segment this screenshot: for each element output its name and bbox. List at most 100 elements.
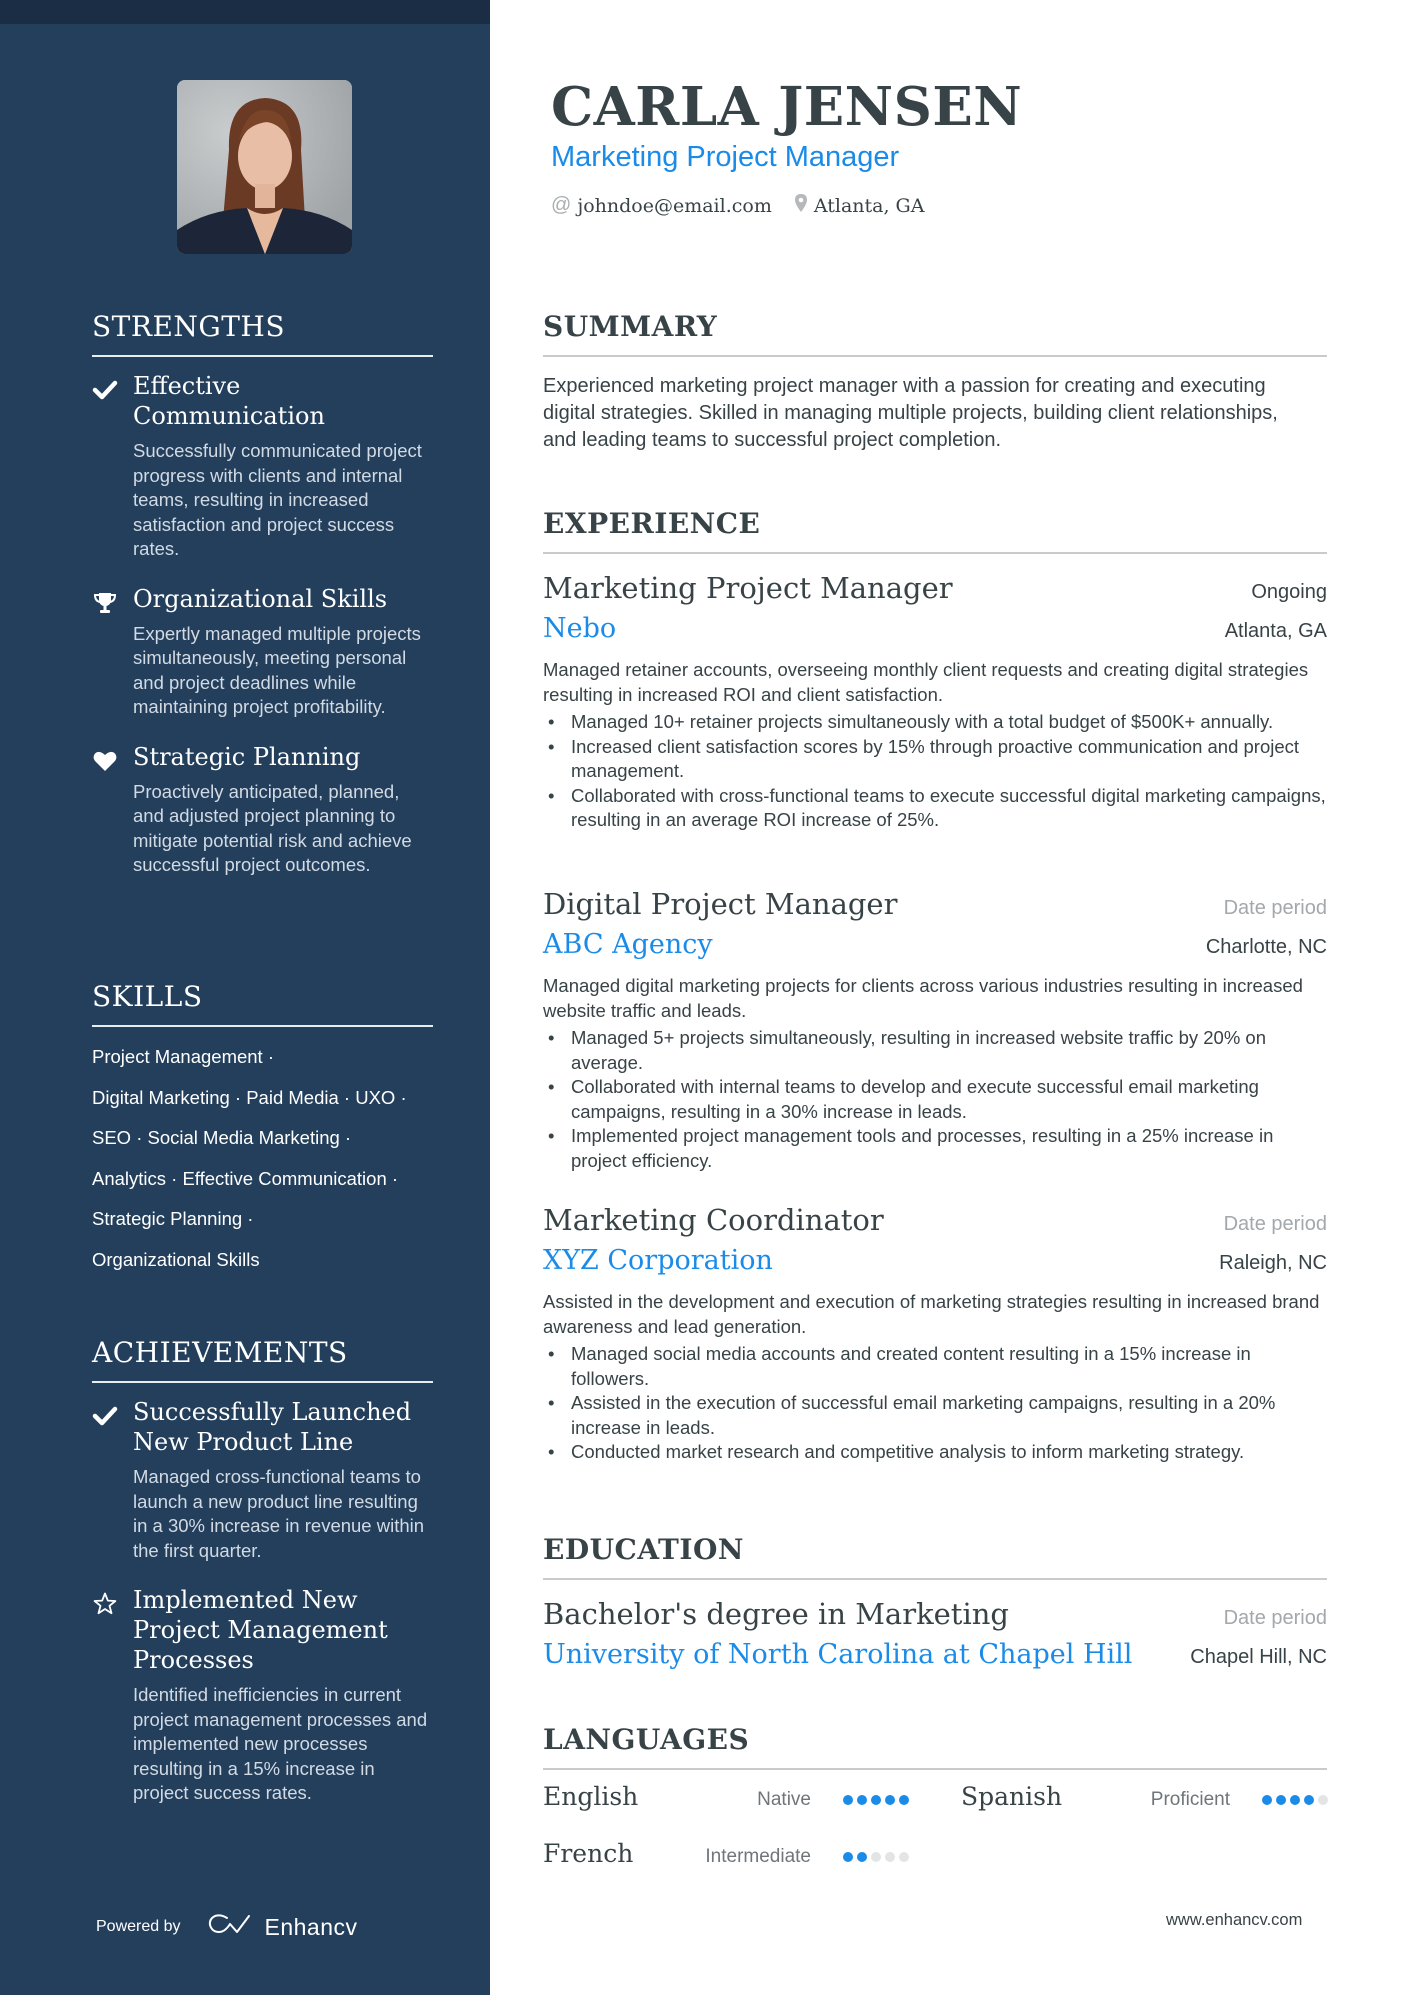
footer-url[interactable]: www.enhancv.com: [1166, 1911, 1302, 1930]
job-bullet: Collaborated with internal teams to deve…: [543, 1075, 1327, 1124]
achievement-description: Managed cross-functional teams to launch…: [133, 1466, 425, 1561]
job-description: Managed retainer accounts, overseeing mo…: [543, 659, 1309, 705]
job-title: Marketing Project Manager: [543, 571, 953, 605]
job-bullet: Managed 10+ retainer projects simultaneo…: [543, 710, 1327, 735]
star-outline-icon: [92, 1591, 118, 1617]
language-level: Native: [757, 1789, 811, 1810]
strength-item: Effective Communication Successfully com…: [92, 371, 433, 562]
job-company: ABC Agency: [543, 929, 713, 960]
location-text: Atlanta, GA: [813, 194, 925, 217]
job-bullets: Managed 10+ retainer projects simultaneo…: [543, 710, 1327, 833]
strength-item: Strategic Planning Proactively anticipat…: [92, 742, 433, 878]
languages-section: LANGUAGES: [543, 1726, 1327, 1770]
job-description: Managed digital marketing projects for c…: [543, 975, 1303, 1021]
achievement-description: Identified inefficiencies in current pro…: [133, 1684, 428, 1803]
job-bullet: Managed social media accounts and create…: [543, 1342, 1327, 1391]
sidebar-top-band: [0, 0, 490, 24]
language-level: Intermediate: [705, 1846, 811, 1867]
heart-icon: [92, 748, 118, 774]
contact-row: @ johndoe@email.com Atlanta, GA: [551, 193, 924, 218]
skill-line: Strategic Planning ·: [92, 1208, 254, 1229]
summary-heading: SUMMARY: [543, 313, 1327, 357]
achievements-heading: ACHIEVEMENTS: [92, 1339, 433, 1383]
powered-by: Powered by Enhancv: [96, 1912, 358, 1942]
language-rating: [843, 1852, 909, 1862]
profile-photo: [177, 80, 352, 254]
experience-item: Marketing Coordinator Date period XYZ Co…: [543, 1200, 1327, 1465]
language-name: Spanish: [961, 1782, 1063, 1811]
experience-item: Marketing Project Manager Ongoing Nebo A…: [543, 568, 1327, 833]
rating-dot-filled: [871, 1795, 881, 1805]
job-location: Raleigh, NC: [1219, 1252, 1327, 1274]
at-icon: @: [551, 194, 572, 216]
skill-line: Digital Marketing · Paid Media · UXO ·: [92, 1086, 407, 1108]
job-bullet: Implemented project management tools and…: [543, 1124, 1327, 1173]
contact-location: Atlanta, GA: [794, 193, 925, 218]
job-bullets: Managed social media accounts and create…: [543, 1342, 1327, 1465]
job-bullet: Managed 5+ projects simultaneously, resu…: [543, 1026, 1327, 1075]
experience-heading: EXPERIENCE: [543, 510, 1327, 554]
enhancv-brand-name: Enhancv: [264, 1913, 358, 1940]
strengths-heading: STRENGTHS: [92, 313, 433, 357]
education-item: Bachelor's degree in Marketing Date peri…: [543, 1594, 1327, 1676]
job-date: Date period: [1223, 897, 1327, 919]
strength-title: Organizational Skills: [133, 584, 388, 613]
education-date: Date period: [1223, 1607, 1327, 1629]
achievement-title: Successfully Launched New Product Line: [133, 1398, 412, 1456]
skill-line: Project Management ·: [92, 1046, 275, 1067]
sidebar: STRENGTHS Effective Communication Succes…: [0, 0, 490, 1995]
achievement-item: Successfully Launched New Product Line M…: [92, 1397, 433, 1563]
skills-heading: SKILLS: [92, 983, 433, 1027]
strength-description: Successfully communicated project progre…: [133, 440, 422, 559]
job-title: Digital Project Manager: [543, 887, 898, 921]
strength-title: Effective Communication: [133, 372, 325, 430]
achievement-item: Implemented New Project Management Proce…: [92, 1585, 433, 1806]
education-section: EDUCATION: [543, 1536, 1327, 1580]
rating-dot-filled: [843, 1852, 853, 1862]
rating-dot-filled: [857, 1852, 867, 1862]
job-bullet: Increased client satisfaction scores by …: [543, 735, 1327, 784]
job-bullet: Collaborated with cross-functional teams…: [543, 784, 1327, 833]
job-date: Ongoing: [1251, 581, 1327, 603]
checkmark-icon: [92, 1403, 118, 1429]
powered-by-label: Powered by: [96, 1918, 181, 1935]
job-location: Atlanta, GA: [1224, 620, 1327, 642]
strength-description: Expertly managed multiple projects simul…: [133, 622, 421, 718]
job-bullet: Assisted in the execution of successful …: [543, 1391, 1327, 1440]
language-rating: [843, 1795, 909, 1805]
rating-dot-empty: [871, 1852, 881, 1862]
rating-dot-empty: [899, 1852, 909, 1862]
map-pin-icon: [794, 193, 808, 218]
achievements-section: ACHIEVEMENTS Successfully Launched New P…: [92, 1339, 433, 1806]
enhancv-brand[interactable]: Enhancv: [207, 1912, 358, 1942]
rating-dot-filled: [1276, 1795, 1286, 1805]
job-title: Marketing Coordinator: [543, 1203, 884, 1237]
job-company: XYZ Corporation: [543, 1245, 773, 1276]
rating-dot-filled: [843, 1795, 853, 1805]
candidate-name: CARLA JENSEN: [551, 76, 1023, 138]
experience-section: EXPERIENCE: [543, 510, 1327, 554]
job-location: Charlotte, NC: [1205, 936, 1327, 958]
strength-description: Proactively anticipated, planned, and ad…: [133, 780, 412, 876]
education-location: Chapel Hill, NC: [1190, 1646, 1327, 1668]
strengths-section: STRENGTHS Effective Communication Succes…: [92, 313, 433, 878]
skill-line: SEO · Social Media Marketing ·: [92, 1127, 352, 1148]
language-item: Spanish Proficient: [961, 1782, 1328, 1811]
contact-email[interactable]: @ johndoe@email.com: [551, 194, 772, 217]
language-item: French Intermediate: [543, 1839, 909, 1868]
rating-dot-filled: [1262, 1795, 1272, 1805]
rating-dot-filled: [885, 1795, 895, 1805]
skill-line: Analytics · Effective Communication ·: [92, 1167, 399, 1189]
rating-dot-filled: [857, 1795, 867, 1805]
rating-dot-empty: [1318, 1795, 1328, 1805]
job-description: Assisted in the development and executio…: [543, 1291, 1320, 1337]
language-rating: [1262, 1795, 1328, 1805]
language-level: Proficient: [1150, 1789, 1230, 1810]
school: University of North Carolina at Chapel H…: [543, 1639, 1133, 1670]
rating-dot-empty: [885, 1852, 895, 1862]
email-text: johndoe@email.com: [577, 194, 772, 217]
languages-heading: LANGUAGES: [543, 1726, 1327, 1770]
job-date: Date period: [1223, 1213, 1327, 1235]
summary-text: Experienced marketing project manager wi…: [543, 375, 1278, 451]
language-name: English: [543, 1782, 639, 1811]
